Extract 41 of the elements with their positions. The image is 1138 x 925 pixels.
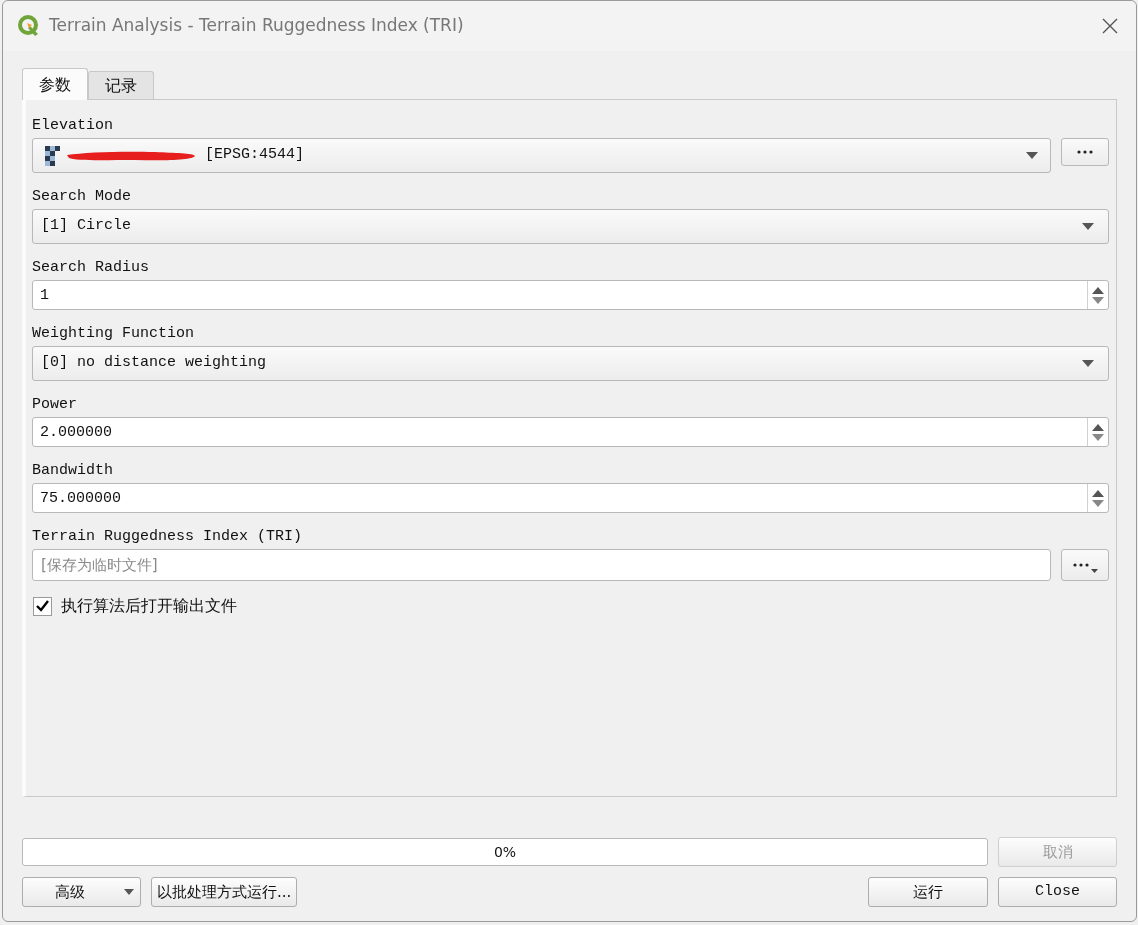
parameter-label: Bandwidth [32,462,113,480]
dropdown-value: [1] Circle [41,216,131,237]
parameter-label: Search Radius [32,259,150,277]
dropdown[interactable]: [0] no distance weighting [32,346,1109,381]
caret-icon [1026,152,1038,159]
dropdown[interactable]: [1] Circle [32,209,1109,244]
close-button[interactable]: Close [998,877,1117,907]
run-button[interactable]: 运行 [868,877,988,907]
dropdown-value: [0] no distance weighting [41,353,267,374]
advanced-button[interactable]: 高级 [22,877,141,907]
batch-run-button[interactable]: 以批处理方式运行... [151,877,298,907]
decrement-arrow-icon[interactable] [1092,499,1104,507]
parameter-label: Power [32,396,77,414]
caret-icon [124,889,134,895]
increment-arrow-icon[interactable] [1092,286,1104,294]
caret-icon [1082,360,1094,367]
window-title: Terrain Analysis - Terrain Ruggedness Index (TRI) [49,14,464,38]
layer-value: [EPSG:4544] [205,145,305,166]
decrement-arrow-icon[interactable] [1092,296,1104,304]
parameter-label: Elevation [32,117,113,135]
more-icon [1077,150,1093,154]
browse-button[interactable] [1061,549,1109,581]
tab[interactable]: 参数 [22,68,88,100]
checkmark-icon [36,600,49,612]
more-icon [1072,563,1089,567]
decrement-arrow-icon[interactable] [1092,433,1104,441]
increment-arrow-icon[interactable] [1092,423,1104,431]
caret-icon [1090,569,1098,573]
parameter-label: Search Mode [32,188,132,206]
app-logo-icon [17,14,41,38]
parameter-label: Weighting Function [32,325,195,343]
output-file-field[interactable]: [保存为临时文件] [32,549,1051,581]
caret-icon [1082,223,1094,230]
parameter-label: Terrain Ruggedness Index (TRI) [32,528,303,546]
close-icon[interactable] [1102,18,1118,34]
checkbox[interactable] [33,596,52,616]
layer-dropdown[interactable]: [EPSG:4544] [32,138,1051,173]
checkbox-label: 执行算法后打开输出文件 [61,595,237,617]
tab[interactable]: 记录 [88,71,154,99]
progress-reading: 0% [492,842,518,862]
increment-arrow-icon[interactable] [1092,489,1104,497]
